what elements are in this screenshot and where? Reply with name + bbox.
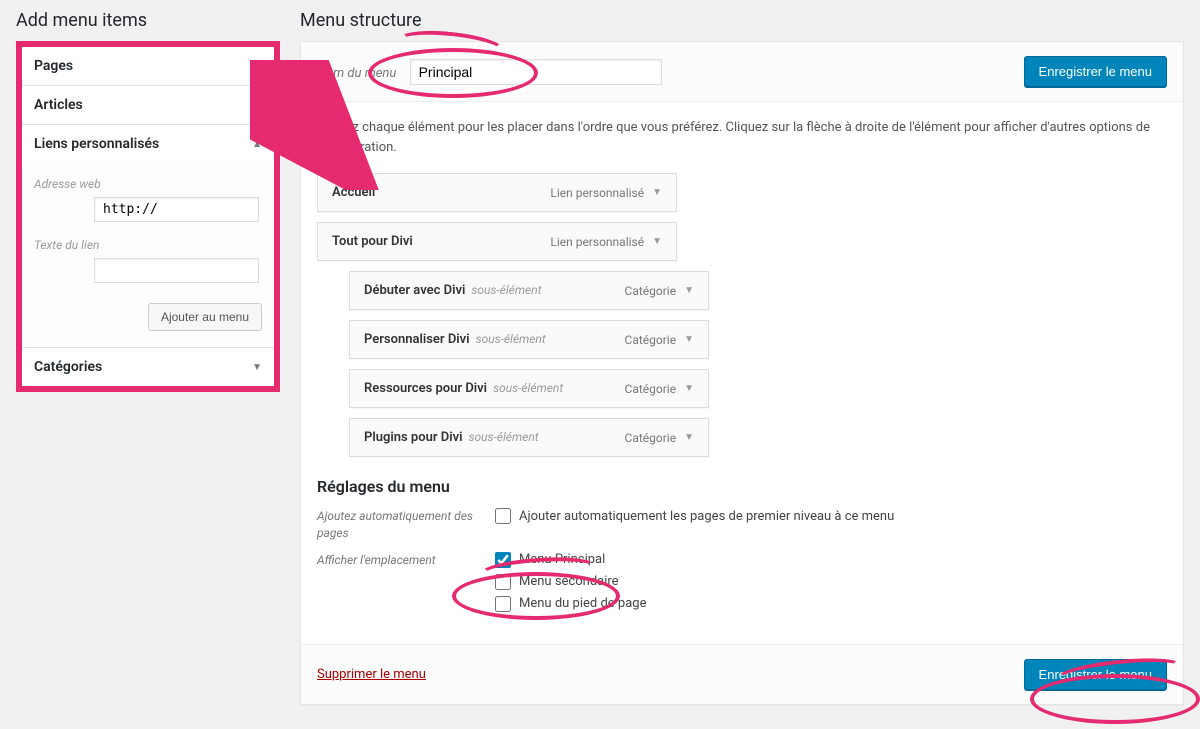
menu-item-title: Ressources pour Divi	[364, 381, 487, 396]
menu-item-type: Catégorie	[625, 284, 677, 298]
menu-item-title: Tout pour Divi	[332, 234, 413, 249]
menu-item[interactable]: Accueil Lien personnalisé ▼	[317, 173, 677, 212]
sub-item-tag: sous-élément	[493, 381, 563, 395]
menu-item[interactable]: Plugins pour Divi sous-élément Catégorie ▼	[349, 418, 709, 457]
location-label-text: Menu du pied de page	[519, 596, 646, 611]
add-items-panel: Pages ▼ Articles ▼ Liens personnalisés ▲…	[16, 41, 280, 392]
chevron-down-icon: ▼	[252, 362, 262, 373]
location-checkbox[interactable]	[495, 574, 511, 590]
location-label-text: Menu secondaire	[519, 574, 619, 589]
auto-add-checkbox-row[interactable]: Ajouter automatiquement les pages de pre…	[495, 508, 894, 524]
menu-item-type: Lien personnalisé	[550, 235, 644, 249]
sub-item-tag: sous-élément	[469, 430, 539, 444]
link-text-input[interactable]	[94, 258, 259, 283]
menu-item-type: Catégorie	[625, 382, 677, 396]
accordion-label: Liens personnalisés	[34, 136, 159, 152]
menu-item-title: Plugins pour Divi	[364, 430, 463, 445]
menu-name-label: Nom du menu	[317, 66, 396, 81]
url-label: Adresse web	[34, 177, 262, 191]
url-input[interactable]	[94, 197, 259, 222]
instructions-text: Glissez chaque élément pour les placer d…	[317, 118, 1167, 157]
chevron-up-icon: ▲	[252, 139, 262, 150]
menu-item-type: Catégorie	[625, 333, 677, 347]
chevron-down-icon[interactable]: ▼	[684, 383, 694, 394]
auto-add-label: Ajoutez automatiquement des pages	[317, 508, 475, 542]
chevron-down-icon[interactable]: ▼	[684, 432, 694, 443]
save-menu-button-bottom[interactable]: Enregistrer le menu	[1024, 659, 1167, 690]
location-checkbox-row[interactable]: Menu du pied de page	[495, 596, 646, 612]
location-label-text: Menu Principal	[519, 552, 605, 567]
menu-item-type: Catégorie	[625, 431, 677, 445]
accordion-custom-links[interactable]: Liens personnalisés ▲	[22, 125, 274, 163]
menu-name-input[interactable]	[410, 59, 662, 85]
chevron-down-icon[interactable]: ▼	[652, 187, 662, 198]
menu-item[interactable]: Personnaliser Divi sous-élément Catégorie ▼	[349, 320, 709, 359]
add-items-title: Add menu items	[16, 10, 280, 31]
accordion-articles[interactable]: Articles ▼	[22, 86, 274, 124]
accordion-pages[interactable]: Pages ▼	[22, 47, 274, 85]
chevron-down-icon[interactable]: ▼	[684, 285, 694, 296]
menu-item-title: Personnaliser Divi	[364, 332, 470, 347]
sub-item-tag: sous-élément	[471, 283, 541, 297]
menu-item[interactable]: Débuter avec Divi sous-élément Catégorie ▼	[349, 271, 709, 310]
menu-panel: Nom du menu Enregistrer le menu Glissez …	[300, 41, 1184, 705]
location-checkbox[interactable]	[495, 596, 511, 612]
location-checkbox-row[interactable]: Menu secondaire	[495, 574, 646, 590]
chevron-down-icon[interactable]: ▼	[652, 236, 662, 247]
add-to-menu-button[interactable]: Ajouter au menu	[148, 303, 262, 331]
accordion-label: Pages	[34, 58, 73, 74]
menu-item-type: Lien personnalisé	[550, 186, 644, 200]
menu-item[interactable]: Ressources pour Divi sous-élément Catégori…	[349, 369, 709, 408]
accordion-label: Catégories	[34, 359, 102, 375]
menu-items-list: Accueil Lien personnalisé ▼ Tout pour Divi L…	[317, 173, 1167, 457]
save-menu-button-top[interactable]: Enregistrer le menu	[1024, 56, 1167, 87]
location-checkbox-row[interactable]: Menu Principal	[495, 552, 646, 568]
chevron-down-icon: ▼	[252, 100, 262, 111]
location-checkbox[interactable]	[495, 552, 511, 568]
menu-item-title: Accueil	[332, 185, 375, 200]
menu-structure-title: Menu structure	[300, 10, 1184, 31]
auto-add-text: Ajouter automatiquement les pages de pre…	[519, 509, 894, 524]
sub-item-tag: sous-élément	[476, 332, 546, 346]
menu-item[interactable]: Tout pour Divi Lien personnalisé ▼	[317, 222, 677, 261]
accordion-label: Articles	[34, 97, 83, 113]
chevron-down-icon: ▼	[252, 61, 262, 72]
auto-add-checkbox[interactable]	[495, 508, 511, 524]
delete-menu-link[interactable]: Supprimer le menu	[317, 667, 426, 682]
link-text-label: Texte du lien	[34, 238, 262, 252]
location-label: Afficher l'emplacement	[317, 552, 475, 618]
chevron-down-icon[interactable]: ▼	[684, 334, 694, 345]
settings-heading: Réglages du menu	[317, 477, 1167, 496]
accordion-categories[interactable]: Catégories ▼	[22, 348, 274, 386]
menu-item-title: Débuter avec Divi	[364, 283, 465, 298]
